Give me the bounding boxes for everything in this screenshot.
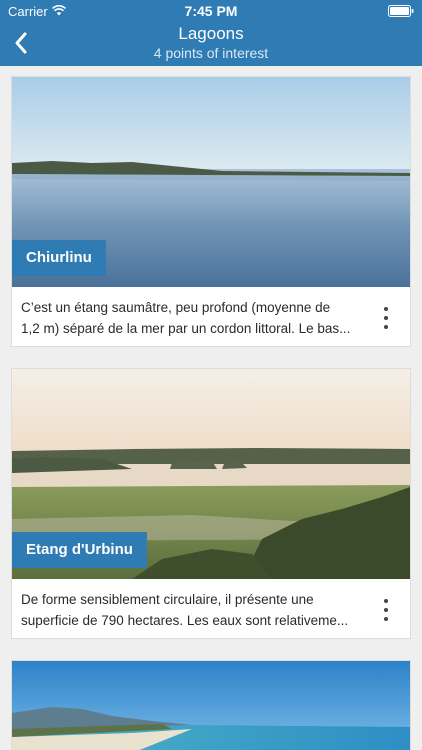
battery-icon <box>388 5 414 17</box>
poi-name: Chiurlinu <box>12 240 106 276</box>
poi-card[interactable]: Etang d'Urbinu De forme sensiblement cir… <box>11 368 411 639</box>
navigation-header: Carrier 7:45 PM Lagoons 4 points of inte… <box>0 0 422 66</box>
status-bar: Carrier 7:45 PM <box>0 0 422 22</box>
page-subtitle: 4 points of interest <box>153 45 269 61</box>
poi-card[interactable] <box>11 660 411 750</box>
page-title: Lagoons <box>178 24 244 43</box>
more-options-button[interactable] <box>376 305 396 331</box>
poi-name: Etang d'Urbinu <box>12 532 147 568</box>
poi-photo[interactable] <box>12 661 410 750</box>
poi-card[interactable]: Chiurlinu C’est un étang saumâtre, peu p… <box>11 76 411 347</box>
more-options-button[interactable] <box>376 597 396 623</box>
poi-description: C’est un étang saumâtre, peu profond (mo… <box>21 300 351 336</box>
status-time: 7:45 PM <box>184 3 238 19</box>
poi-description: De forme sensiblement circulaire, il pré… <box>21 592 349 628</box>
